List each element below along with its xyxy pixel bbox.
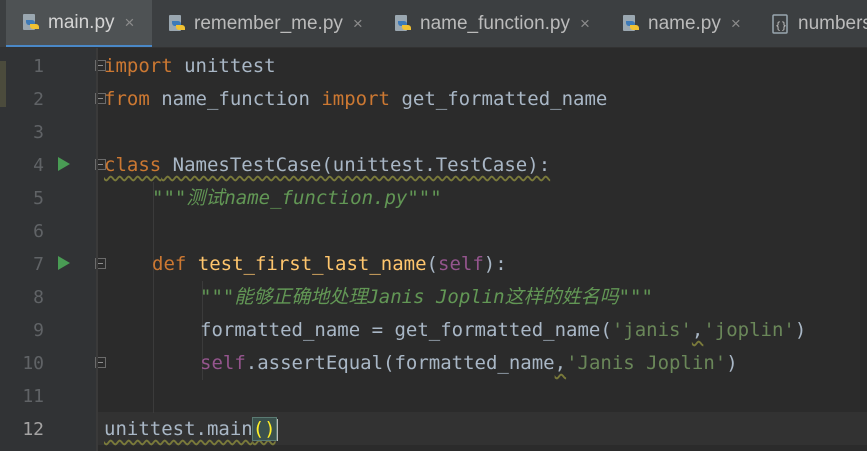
run-test-icon[interactable]: [58, 157, 70, 171]
code-text: unittest: [172, 55, 276, 77]
code-line-5: """测试name_function.py""": [152, 182, 442, 215]
string-literal: 'joplin': [703, 319, 795, 341]
code-line-9: formatted_name = get_formatted_name('jan…: [200, 314, 806, 347]
text-caret: [275, 418, 278, 441]
run-test-icon[interactable]: [58, 256, 70, 270]
tab-label: remember_me.py: [194, 13, 343, 34]
python-file-icon: [392, 13, 414, 35]
code-line-10: self.assertEqual(formatted_name,'Janis J…: [200, 347, 738, 380]
line-number: 4: [33, 155, 44, 176]
keyword: def: [152, 253, 198, 275]
self-keyword: self: [438, 253, 484, 275]
self-keyword: self: [200, 352, 246, 374]
indent-guide: [153, 182, 154, 413]
python-file-icon: [166, 13, 188, 35]
string-literal: 'Janis Joplin': [566, 352, 727, 374]
keyword: import: [321, 88, 390, 110]
code-text: name_function: [149, 88, 322, 110]
code-line-8: """能够正确地处理Janis Joplin这样的姓名吗""": [200, 281, 653, 314]
code-editor[interactable]: import unittest from name_function impor…: [98, 48, 867, 451]
code-text: ): [726, 352, 738, 374]
tab-name-py[interactable]: name.py ×: [606, 0, 756, 47]
line-number: 1: [33, 56, 44, 77]
docstring: """能够正确地处理Janis Joplin这样的姓名吗""": [200, 286, 653, 308]
function-name: test_first_last_name: [197, 253, 427, 275]
matched-brackets: (): [251, 417, 277, 441]
close-tab-icon[interactable]: ×: [353, 14, 363, 34]
code-text: unittest.main: [104, 418, 253, 440]
line-number: 2: [33, 89, 44, 110]
line-number: 11: [22, 386, 44, 407]
code-line-4: class NamesTestCase(unittest.TestCase):: [104, 149, 550, 182]
python-file-icon: [20, 12, 42, 34]
string-literal: 'janis': [611, 319, 692, 341]
code-line-1: import unittest: [104, 50, 276, 83]
line-number: 10: [22, 353, 44, 374]
tab-label: numbers: [798, 13, 867, 34]
line-number: 5: [33, 188, 44, 209]
code-line-12: unittest.main(): [104, 413, 278, 446]
docstring: """测试name_function.py""": [152, 187, 442, 209]
line-number: 9: [33, 320, 44, 341]
json-file-icon: {}: [770, 13, 792, 35]
code-text: formatted_name = get_formatted_name(: [200, 319, 612, 341]
keyword: from: [104, 88, 150, 110]
code-text: ):: [483, 253, 507, 275]
close-tab-icon[interactable]: ×: [580, 14, 590, 34]
line-number: 3: [33, 122, 44, 143]
keyword: class: [104, 154, 162, 176]
tab-label: name_function.py: [420, 13, 570, 34]
tab-numbers[interactable]: {} numbers: [756, 0, 867, 47]
tab-label: main.py: [48, 11, 115, 33]
line-number: 6: [33, 221, 44, 242]
code-text: .assertEqual(formatted_name: [245, 352, 555, 374]
comma-warning: ,: [554, 352, 567, 374]
editor-gutter: 1 2 3 4 5 6 7 8 9 10 11 12: [6, 48, 106, 451]
class-declaration: NamesTestCase(unittest.TestCase):: [161, 154, 551, 176]
svg-text:{}: {}: [775, 21, 787, 32]
code-text: get_formatted_name: [390, 88, 608, 110]
code-text: ): [794, 319, 807, 341]
line-number: 8: [33, 287, 44, 308]
tab-label: name.py: [648, 13, 721, 34]
line-number: 7: [33, 254, 44, 275]
editor-tab-bar: main.py × remember_me.py × name_function…: [0, 0, 867, 48]
python-file-icon: [620, 13, 642, 35]
comma-warning: ,: [691, 319, 704, 341]
code-text: (: [426, 253, 438, 275]
tab-name-function-py[interactable]: name_function.py ×: [378, 0, 606, 47]
keyword: import: [104, 55, 173, 77]
code-line-2: from name_function import get_formatted_…: [104, 83, 607, 116]
close-tab-icon[interactable]: ×: [731, 14, 741, 34]
tab-main-py[interactable]: main.py ×: [6, 0, 152, 47]
tab-remember-me-py[interactable]: remember_me.py ×: [152, 0, 378, 47]
code-line-7: def test_first_last_name(self):: [152, 248, 507, 281]
current-line-number: 12: [22, 419, 44, 440]
close-tab-icon[interactable]: ×: [125, 13, 135, 33]
